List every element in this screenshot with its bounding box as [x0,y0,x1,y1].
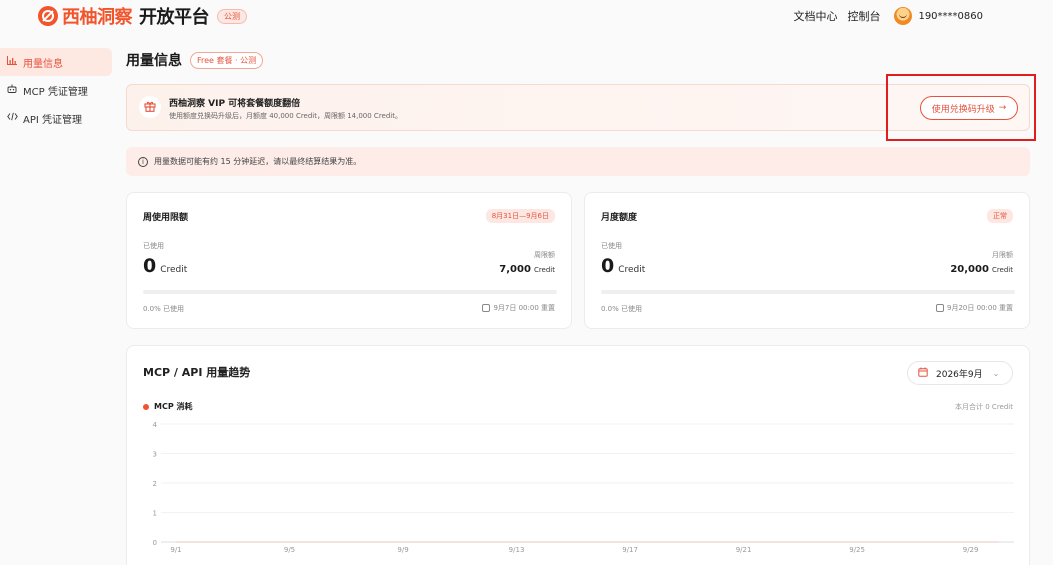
limit-value: 7,000 [499,264,531,275]
reset-time: 9月20日 00:00 重置 [936,303,1013,313]
robot-icon [6,84,18,96]
reset-time-text: 9月7日 00:00 重置 [493,304,555,312]
x-tick-label: 9/29 [963,546,979,554]
limit-value: 20,000 [950,264,989,275]
used-value: 0 [143,255,157,277]
used-unit: Credit [618,265,646,275]
limit-label: 月限额 [992,251,1013,259]
limit-label: 周限额 [534,251,555,259]
y-tick-label: 3 [153,451,157,459]
x-tick-label: 9/1 [170,546,181,554]
docs-link[interactable]: 文档中心 [793,8,837,24]
reset-time-text: 9月20日 00:00 重置 [947,304,1013,312]
console-link[interactable]: 控制台 [847,8,880,24]
usage-progress-bar [143,290,557,294]
plan-badge: Free 套餐 · 公测 [190,51,264,69]
monthly-quota-card: 月度额度 正常 已使用 0 Credit 月限额 20,000 Credit 0… [584,192,1030,329]
limit-value-row: 7,000 Credit [499,264,555,275]
usage-trend-chart: 0 1 2 3 4 9/1 9/5 9/9 9/13 9/17 9/21 9/25 9/29 [153,421,1014,554]
x-tick-label: 9/9 [397,546,408,554]
sidebar-item-label: MCP 凭证管理 [23,86,88,98]
weekly-quota-title: 周使用限额 [143,213,189,223]
user-phone[interactable]: 190****0860 [918,11,983,22]
x-tick-label: 9/5 [284,546,295,554]
y-tick-label: 1 [153,510,157,518]
used-label: 已使用 [601,242,622,250]
calendar-clock-icon [482,304,491,312]
page-title-row: 用量信息 Free 套餐 · 公测 [126,48,1030,72]
x-tick-label: 9/17 [622,546,638,554]
weekly-date-range-badge: 8月31日—9月6日 [485,209,555,223]
gift-icon-wrap [139,96,161,118]
calendar-clock-icon [936,304,945,312]
x-tick-label: 9/21 [736,546,752,554]
gift-icon [144,100,156,114]
limit-unit: Credit [991,266,1013,274]
used-value: 0 [601,255,615,277]
y-tick-label: 4 [153,421,158,429]
used-unit: Credit [160,265,188,275]
usage-percent-text: 0.0% 已使用 [143,305,185,313]
limit-unit: Credit [533,266,555,274]
used-label: 已使用 [143,242,164,250]
delay-notice: i 用量数据可能有约 15 分钟延迟，请以最终结算结果为准。 [126,147,1030,176]
vip-banner: 西柚洞察 VIP 可将套餐额度翻倍 使用额度兑换码升级后，月额度 40,000 … [126,84,1030,131]
main-content: 用量信息 Free 套餐 · 公测 西柚洞察 VIP 可将套餐额度翻倍 使用额度… [126,48,1030,565]
upgrade-button-label: 使用兑换码升级 [931,104,995,115]
logo-icon [38,6,58,26]
avatar[interactable] [894,7,913,25]
logo[interactable]: 西柚洞察 开放平台 公测 [38,3,247,29]
usage-percent-text: 0.0% 已使用 [601,305,643,313]
sidebar-item-usage[interactable]: 用量信息 [0,48,112,76]
vip-description: 使用额度兑换码升级后，月额度 40,000 Credit，周限额 14,000 … [169,112,402,120]
used-value-row: 0 Credit [143,255,187,277]
brand-subtitle: 开放平台 [139,7,210,28]
sidebar-item-api[interactable]: API 凭证管理 [0,104,112,132]
redeem-upgrade-button[interactable]: 使用兑换码升级 → [920,96,1018,120]
usage-trend-card: MCP / API 用量趋势 2026年9月 ⌄ MCP 消耗 本月合计 0 C… [126,345,1030,565]
header-nav: 文档中心 控制台 190****0860 [793,7,983,25]
code-icon [6,112,18,124]
vip-title: 西柚洞察 VIP 可将套餐额度翻倍 [169,99,301,109]
info-icon: i [138,156,148,167]
x-tick-label: 9/13 [509,546,525,554]
x-tick-label: 9/25 [849,546,865,554]
usage-progress-bar [601,290,1015,294]
y-tick-label: 0 [153,539,157,547]
page-title: 用量信息 [126,53,182,69]
weekly-quota-card: 周使用限额 8月31日—9月6日 已使用 0 Credit 周限额 7,000 … [126,192,572,329]
arrow-right-icon: → [998,103,1007,113]
notice-text: 用量数据可能有约 15 分钟延迟，请以最终结算结果为准。 [154,157,362,166]
monthly-quota-title: 月度额度 [601,213,638,223]
brand-name: 西柚洞察 [62,7,133,28]
sidebar-item-label: 用量信息 [23,58,63,70]
sidebar: 用量信息 MCP 凭证管理 API 凭证管理 [0,48,112,132]
sidebar-item-label: API 凭证管理 [23,114,82,126]
monthly-status-badge: 正常 [987,209,1013,223]
reset-time: 9月7日 00:00 重置 [482,303,555,313]
beta-badge: 公测 [217,8,247,24]
limit-value-row: 20,000 Credit [950,264,1013,275]
sidebar-item-mcp[interactable]: MCP 凭证管理 [0,76,112,104]
top-header: 西柚洞察 开放平台 公测 文档中心 控制台 190****0860 [0,0,1053,30]
bar-chart-icon [6,56,18,68]
y-tick-label: 2 [153,480,157,488]
used-value-row: 0 Credit [601,255,645,277]
